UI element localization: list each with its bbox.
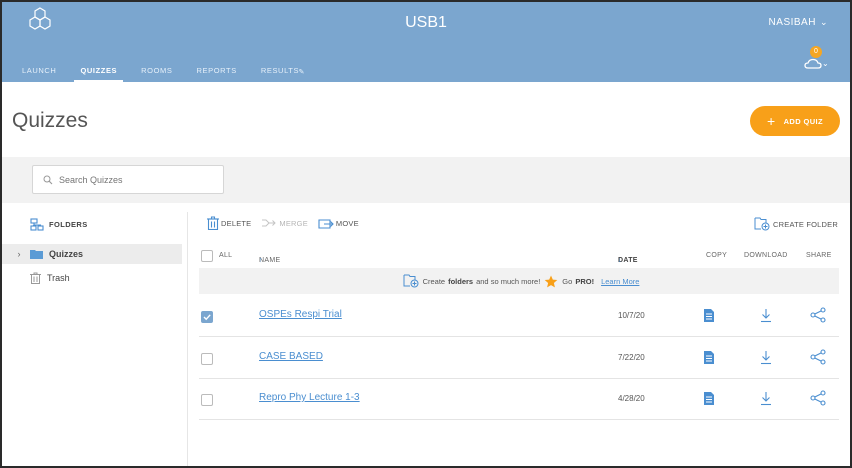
chevron-down-icon: ⌄ bbox=[822, 59, 829, 68]
move-button[interactable]: MOVE bbox=[318, 217, 359, 229]
tab-rooms[interactable]: ROOMS bbox=[129, 60, 184, 82]
chevron-right-icon[interactable]: › bbox=[2, 249, 30, 259]
sort-up-icon: ↑ bbox=[259, 257, 263, 264]
search-box[interactable] bbox=[32, 165, 224, 194]
quiz-name-link[interactable]: CASE BASED bbox=[259, 351, 323, 362]
tab-quizzes[interactable]: QUIZZES bbox=[68, 60, 129, 82]
cloud-icon bbox=[804, 58, 822, 69]
merge-icon bbox=[262, 219, 277, 227]
share-icon[interactable] bbox=[810, 390, 826, 406]
row-checkbox[interactable] bbox=[201, 310, 213, 328]
beta-mark-icon: ✎ bbox=[298, 69, 306, 76]
promo-banner: Create folders and so much more! Go PRO!… bbox=[199, 268, 839, 294]
quiz-name-link[interactable]: Repro Phy Lecture 1-3 bbox=[259, 392, 360, 403]
copy-icon[interactable] bbox=[703, 350, 715, 365]
table-row: CASE BASED 7/22/20 bbox=[199, 338, 839, 379]
download-icon[interactable] bbox=[760, 391, 772, 406]
quiz-toolbar: DELETE MERGE MOVE bbox=[207, 216, 369, 230]
quiz-date: 7/22/20 bbox=[618, 353, 645, 362]
quiz-date: 4/28/20 bbox=[618, 394, 645, 403]
share-icon[interactable] bbox=[810, 307, 826, 323]
folder-item-label: Quizzes bbox=[49, 249, 84, 259]
header-share: SHARE bbox=[806, 252, 832, 259]
delete-button[interactable]: DELETE bbox=[207, 216, 251, 230]
table-header: ALL NAME ↑ DATE ↓ COPY DOWNLOAD SHARE bbox=[199, 247, 839, 267]
top-header: USB1 NASIBAH ⌄ LAUNCH QUIZZES ROOMS REPOR… bbox=[2, 2, 850, 82]
row-checkbox[interactable] bbox=[201, 393, 213, 411]
share-icon[interactable] bbox=[810, 349, 826, 365]
tab-results[interactable]: RESULTS ✎ bbox=[249, 60, 311, 82]
promo-go: Go bbox=[562, 276, 573, 286]
header-all: ALL bbox=[219, 252, 233, 259]
copy-icon[interactable] bbox=[703, 308, 715, 323]
add-quiz-button[interactable]: + ADD QUIZ bbox=[750, 106, 840, 136]
user-name: NASIBAH bbox=[768, 17, 816, 28]
tab-results-label: RESULTS bbox=[260, 66, 300, 75]
table-row: Repro Phy Lecture 1-3 4/28/20 bbox=[199, 379, 839, 420]
download-icon[interactable] bbox=[760, 350, 772, 365]
promo-text-after: and so much more! bbox=[476, 276, 541, 286]
merge-label: MERGE bbox=[279, 218, 308, 228]
promo-pro: PRO! bbox=[575, 276, 595, 286]
create-folder-label: CREATE FOLDER bbox=[773, 219, 838, 229]
folders-heading-label: FOLDERS bbox=[49, 220, 88, 229]
page-title: Quizzes bbox=[12, 109, 88, 132]
download-icon[interactable] bbox=[760, 308, 772, 323]
chevron-down-icon: ⌄ bbox=[819, 17, 828, 27]
trash-icon bbox=[30, 272, 41, 284]
move-icon bbox=[318, 219, 334, 229]
search-icon bbox=[43, 175, 53, 184]
main-tabs: LAUNCH QUIZZES ROOMS REPORTS RESULTS ✎ bbox=[10, 60, 311, 82]
folder-plus-icon bbox=[403, 274, 419, 288]
folder-tree-icon bbox=[30, 218, 44, 231]
check-icon bbox=[203, 314, 211, 321]
merge-button[interactable]: MERGE bbox=[261, 218, 308, 228]
folder-plus-icon bbox=[754, 217, 770, 231]
folders-heading: FOLDERS bbox=[30, 218, 88, 231]
table-row: OSPEs Respi Trial 10/7/20 bbox=[199, 296, 839, 337]
star-icon bbox=[544, 275, 558, 287]
learn-more-link[interactable]: Learn More bbox=[601, 277, 639, 286]
user-menu[interactable]: NASIBAH ⌄ bbox=[769, 17, 828, 28]
notification-badge: 0 bbox=[810, 46, 822, 58]
tab-launch[interactable]: LAUNCH bbox=[10, 60, 68, 82]
folder-item-label: Trash bbox=[47, 273, 70, 283]
notifications-menu[interactable]: 0 ⌄ bbox=[802, 46, 832, 74]
header-download: DOWNLOAD bbox=[744, 252, 788, 259]
promo-text-before: Create bbox=[422, 276, 446, 286]
trash-icon bbox=[207, 216, 219, 230]
app-frame: USB1 NASIBAH ⌄ LAUNCH QUIZZES ROOMS REPOR… bbox=[0, 0, 852, 468]
search-band bbox=[2, 157, 850, 203]
header-copy: COPY bbox=[706, 252, 728, 259]
folder-item-quizzes[interactable]: › Quizzes bbox=[2, 244, 182, 264]
folder-item-trash[interactable]: Trash bbox=[2, 268, 182, 288]
tab-reports[interactable]: REPORTS bbox=[185, 60, 249, 82]
delete-label: DELETE bbox=[221, 218, 252, 228]
promo-bold: folders bbox=[448, 276, 474, 286]
create-folder-button[interactable]: CREATE FOLDER bbox=[754, 217, 838, 231]
app-title: USB1 bbox=[405, 14, 447, 31]
select-all-checkbox[interactable] bbox=[201, 250, 213, 264]
row-checkbox[interactable] bbox=[201, 352, 213, 370]
quiz-name-link[interactable]: OSPEs Respi Trial bbox=[259, 309, 342, 320]
search-input[interactable] bbox=[59, 174, 209, 185]
sort-down-icon: ↓ bbox=[618, 257, 622, 264]
side-divider bbox=[187, 212, 188, 466]
folder-icon bbox=[30, 250, 43, 259]
add-quiz-label: ADD QUIZ bbox=[783, 116, 824, 126]
quiz-date: 10/7/20 bbox=[618, 311, 645, 320]
plus-icon: + bbox=[766, 113, 776, 129]
move-label: MOVE bbox=[335, 218, 359, 228]
copy-icon[interactable] bbox=[703, 391, 715, 406]
